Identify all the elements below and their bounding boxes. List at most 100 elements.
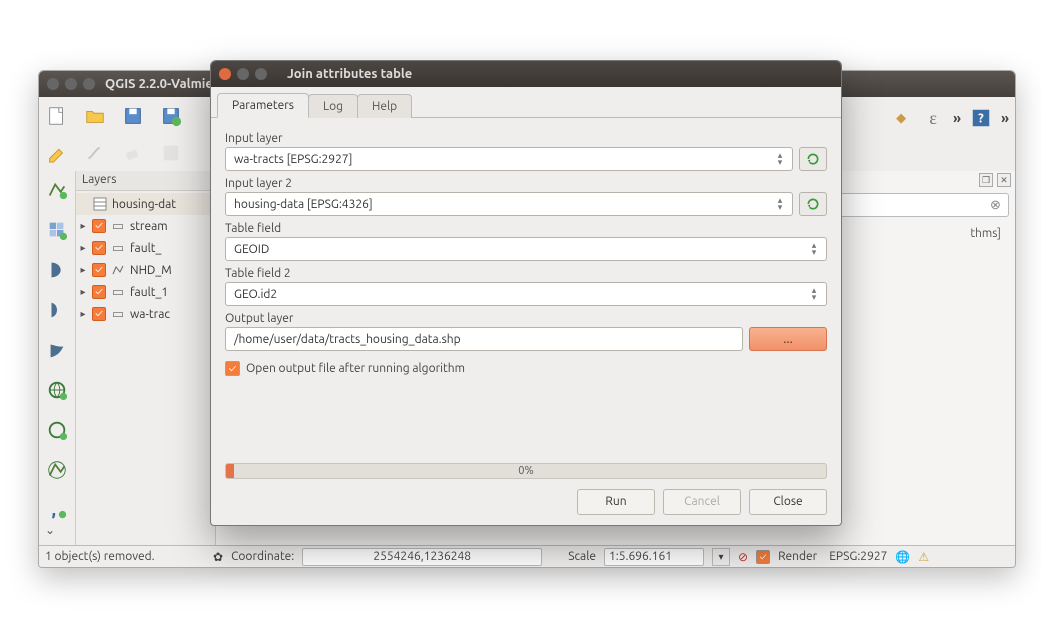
palette-icon[interactable]: ◆ xyxy=(889,106,913,130)
window-close-icon[interactable] xyxy=(47,78,59,90)
restore-panel-icon[interactable]: ❐ xyxy=(979,173,993,187)
dialog-titlebar[interactable]: Join attributes table xyxy=(211,61,841,87)
join-attributes-dialog: Join attributes table Parameters Log Hel… xyxy=(210,60,842,526)
polygon-icon: ▭ xyxy=(110,240,126,256)
expand-icon[interactable]: ▸ xyxy=(78,242,88,254)
layer-row[interactable]: ▸ ▭ wa-trac xyxy=(76,303,215,325)
help-icon[interactable]: ? xyxy=(969,106,993,130)
dialog-tabs: Parameters Log Help xyxy=(211,87,841,117)
layer-row[interactable]: ▸ ▭ fault_1 xyxy=(76,281,215,303)
epsilon-icon[interactable]: ε xyxy=(921,106,945,130)
open-output-checkbox-row[interactable]: Open output file after running algorithm xyxy=(225,361,827,376)
layer-visibility-checkbox[interactable] xyxy=(92,241,106,255)
open-output-checkbox[interactable] xyxy=(225,361,240,376)
layer-visibility-checkbox[interactable] xyxy=(92,307,106,321)
polygon-icon: ▭ xyxy=(110,284,126,300)
toolbar-overflow-icon[interactable]: ⌄ xyxy=(45,523,55,537)
render-checkbox[interactable] xyxy=(756,550,770,564)
tab-log[interactable]: Log xyxy=(308,94,358,118)
toggle-extents-icon[interactable]: ✿ xyxy=(213,550,223,564)
stop-render-icon[interactable]: ⊘ xyxy=(738,550,748,564)
output-layer-input[interactable] xyxy=(225,327,743,351)
layers-panel: Layers housing-dat ▸ ▭ stream ▸ ▭ fault_ xyxy=(75,171,215,545)
dialog-close-icon[interactable] xyxy=(219,68,231,80)
crs-icon[interactable]: 🌐 xyxy=(895,550,910,564)
input-layer-value: wa-tracts [EPSG:2927] xyxy=(234,153,352,166)
add-delimited-icon[interactable]: , xyxy=(45,497,69,523)
table-field-combo[interactable]: GEOID ▴▾ xyxy=(225,237,827,261)
layer-row[interactable]: ▸ ▭ stream xyxy=(76,215,215,237)
scale-input[interactable]: 1:5.696.161 xyxy=(604,548,704,566)
layer-visibility-checkbox[interactable] xyxy=(92,285,106,299)
save-icon[interactable] xyxy=(121,104,145,128)
window-min-icon[interactable] xyxy=(65,78,77,90)
close-panel-icon[interactable]: ✕ xyxy=(997,173,1011,187)
new-project-icon[interactable] xyxy=(45,104,69,128)
add-wms-icon[interactable] xyxy=(45,377,69,403)
progress-row: 0% xyxy=(225,463,827,479)
layers-panel-title: Layers xyxy=(76,171,215,191)
line-icon xyxy=(110,262,126,278)
expand-icon[interactable]: ▸ xyxy=(78,286,88,298)
crs-label[interactable]: EPSG:2927 xyxy=(829,550,887,563)
eraser-icon xyxy=(121,141,145,165)
expand-icon[interactable]: ▸ xyxy=(78,308,88,320)
clear-icon[interactable]: ⊗ xyxy=(990,198,1004,212)
add-wcs-icon[interactable] xyxy=(45,417,69,443)
left-toolbar: , xyxy=(39,171,75,545)
expand-icon[interactable]: ▸ xyxy=(78,220,88,232)
close-button[interactable]: Close xyxy=(749,489,827,515)
add-wfs-icon[interactable] xyxy=(45,457,69,483)
combo-spin-icon[interactable]: ▴▾ xyxy=(806,287,822,301)
open-project-icon[interactable] xyxy=(83,104,107,128)
add-spatialite-icon[interactable] xyxy=(45,297,69,323)
save-edits-icon xyxy=(159,141,183,165)
input-layer2-label: Input layer 2 xyxy=(225,177,827,190)
iterate-button[interactable] xyxy=(799,147,827,171)
add-raster-icon[interactable] xyxy=(45,217,69,243)
layer-row[interactable]: ▸ NHD_M xyxy=(76,259,215,281)
add-postgis-icon[interactable] xyxy=(45,257,69,283)
add-vector-icon[interactable] xyxy=(45,177,69,203)
table-field-label: Table field xyxy=(225,222,827,235)
coordinate-input[interactable]: 2554246,1236248 xyxy=(302,548,542,566)
table-icon xyxy=(92,196,108,212)
dialog-min-icon[interactable] xyxy=(237,68,249,80)
run-button[interactable]: Run xyxy=(577,489,655,515)
combo-spin-icon[interactable]: ▴▾ xyxy=(772,197,788,211)
progress-bar: 0% xyxy=(225,463,827,479)
scale-dropdown-icon[interactable]: ▾ xyxy=(712,548,730,566)
layer-visibility-checkbox[interactable] xyxy=(92,219,106,233)
tab-parameters[interactable]: Parameters xyxy=(217,93,309,118)
coordinate-label: Coordinate: xyxy=(231,550,294,563)
brush-icon xyxy=(83,141,107,165)
add-mssql-icon[interactable] xyxy=(45,337,69,363)
more-icon[interactable]: » xyxy=(953,110,961,126)
layer-name: stream xyxy=(130,220,168,233)
browse-output-button[interactable]: ... xyxy=(749,327,827,351)
iterate-button[interactable] xyxy=(799,192,827,216)
edit-icon[interactable] xyxy=(45,141,69,165)
expand-icon[interactable]: ▸ xyxy=(78,264,88,276)
layer-row[interactable]: ▸ ▭ fault_ xyxy=(76,237,215,259)
layer-row[interactable]: housing-dat xyxy=(76,193,215,215)
table-field-value: GEOID xyxy=(234,243,269,256)
layer-visibility-checkbox[interactable] xyxy=(92,263,106,277)
table-field2-combo[interactable]: GEO.id2 ▴▾ xyxy=(225,282,827,306)
combo-spin-icon[interactable]: ▴▾ xyxy=(806,242,822,256)
dialog-max-icon[interactable] xyxy=(255,68,267,80)
input-layer-combo[interactable]: wa-tracts [EPSG:2927] ▴▾ xyxy=(225,147,793,171)
more2-icon[interactable]: » xyxy=(1001,110,1009,126)
toolbar-right: ◆ ε » ? » xyxy=(889,101,1009,135)
save-as-icon[interactable] xyxy=(159,104,183,128)
layer-name: housing-dat xyxy=(112,198,176,211)
svg-text:,: , xyxy=(52,500,57,520)
window-max-icon[interactable] xyxy=(83,78,95,90)
messages-icon[interactable]: ⚠ xyxy=(918,550,929,564)
parameters-panel: Input layer wa-tracts [EPSG:2927] ▴▾ Inp… xyxy=(211,117,841,380)
scale-label: Scale xyxy=(568,550,596,563)
tab-help[interactable]: Help xyxy=(357,94,412,118)
input-layer2-combo[interactable]: housing-data [EPSG:4326] ▴▾ xyxy=(225,192,793,216)
layer-name: fault_1 xyxy=(130,286,168,299)
combo-spin-icon[interactable]: ▴▾ xyxy=(772,152,788,166)
